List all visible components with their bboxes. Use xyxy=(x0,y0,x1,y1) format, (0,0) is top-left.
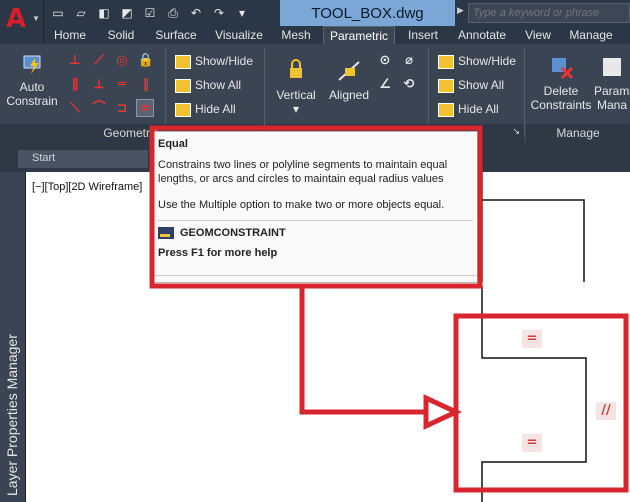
tooltip-divider xyxy=(158,220,473,221)
tooltip-command-name: GEOMCONSTRAINT xyxy=(180,227,286,239)
equal-constraint-marker[interactable]: = xyxy=(522,330,542,348)
parallel-constraint-marker[interactable]: // xyxy=(596,402,616,420)
tooltip-equal: Equal Constrains two lines or polyline s… xyxy=(153,131,478,283)
annotation-arrowhead xyxy=(423,394,462,430)
tooltip-note: Use the Multiple option to make two or m… xyxy=(158,199,445,211)
tooltip-divider xyxy=(154,275,477,276)
command-icon xyxy=(158,227,174,239)
tooltip-command: GEOMCONSTRAINT xyxy=(158,227,473,239)
annotation-arrow-line xyxy=(299,286,426,415)
equal-constraint-marker[interactable]: = xyxy=(522,434,542,452)
tooltip-description: Constrains two lines or polyline segment… xyxy=(158,159,448,185)
tooltip-title: Equal xyxy=(158,138,188,150)
tooltip-help: Press F1 for more help xyxy=(158,247,278,259)
drawing-line xyxy=(482,199,585,282)
